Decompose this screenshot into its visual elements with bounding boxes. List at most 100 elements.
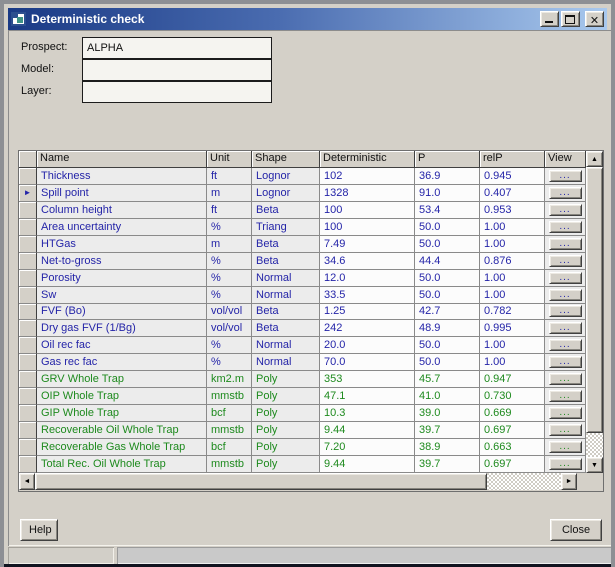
cell-p[interactable]: 50.0	[415, 337, 480, 354]
cell-relp[interactable]: 1.00	[480, 337, 545, 354]
cell-relp[interactable]: 0.697	[480, 456, 545, 473]
row-marker-cell[interactable]	[19, 456, 37, 473]
scroll-right-icon[interactable]: ►	[561, 473, 577, 490]
row-marker-cell[interactable]	[19, 354, 37, 371]
view-button[interactable]: ...	[549, 170, 582, 182]
model-input[interactable]	[82, 59, 272, 81]
layer-input[interactable]	[82, 81, 272, 103]
cell-relp[interactable]: 0.697	[480, 422, 545, 439]
view-button[interactable]: ...	[549, 204, 582, 216]
row-marker-cell[interactable]	[19, 439, 37, 456]
view-button[interactable]: ...	[549, 238, 582, 250]
cell-deterministic[interactable]: 102	[320, 168, 415, 185]
prospect-input[interactable]	[82, 37, 272, 59]
cell-relp[interactable]: 1.00	[480, 354, 545, 371]
cell-deterministic[interactable]: 1.25	[320, 304, 415, 321]
row-marker-cell[interactable]	[19, 337, 37, 354]
help-button[interactable]: Help	[20, 519, 58, 541]
cell-p[interactable]: 44.4	[415, 253, 480, 270]
cell-p[interactable]: 50.0	[415, 236, 480, 253]
row-marker-cell[interactable]	[19, 422, 37, 439]
cell-p[interactable]: 50.0	[415, 354, 480, 371]
cell-p[interactable]: 45.7	[415, 371, 480, 388]
view-button[interactable]: ...	[549, 221, 582, 233]
cell-p[interactable]: 41.0	[415, 388, 480, 405]
cell-p[interactable]: 50.0	[415, 287, 480, 304]
horizontal-scroll-thumb[interactable]	[35, 473, 487, 490]
row-marker-cell[interactable]: ►	[19, 185, 37, 202]
cell-deterministic[interactable]: 12.0	[320, 270, 415, 287]
cell-p[interactable]: 42.7	[415, 304, 480, 321]
cell-deterministic[interactable]: 47.1	[320, 388, 415, 405]
row-marker-cell[interactable]	[19, 371, 37, 388]
cell-deterministic[interactable]: 7.49	[320, 236, 415, 253]
cell-relp[interactable]: 0.782	[480, 304, 545, 321]
row-marker-cell[interactable]	[19, 253, 37, 270]
maximize-icon[interactable]	[561, 11, 580, 27]
cell-relp[interactable]: 1.00	[480, 287, 545, 304]
vertical-scrollbar[interactable]: ▲ ▼	[586, 151, 603, 473]
cell-relp[interactable]: 0.730	[480, 388, 545, 405]
view-button[interactable]: ...	[549, 407, 582, 419]
cell-deterministic[interactable]: 100	[320, 219, 415, 236]
cell-deterministic[interactable]: 9.44	[320, 456, 415, 473]
cell-p[interactable]: 39.7	[415, 456, 480, 473]
cell-deterministic[interactable]: 9.44	[320, 422, 415, 439]
cell-relp[interactable]: 0.663	[480, 439, 545, 456]
cell-relp[interactable]: 0.953	[480, 202, 545, 219]
row-marker-cell[interactable]	[19, 304, 37, 321]
cell-p[interactable]: 50.0	[415, 219, 480, 236]
view-button[interactable]: ...	[549, 339, 582, 351]
row-marker-cell[interactable]	[19, 236, 37, 253]
cell-relp[interactable]: 0.876	[480, 253, 545, 270]
cell-deterministic[interactable]: 353	[320, 371, 415, 388]
cell-p[interactable]: 39.7	[415, 422, 480, 439]
cell-relp[interactable]: 1.00	[480, 219, 545, 236]
cell-p[interactable]: 36.9	[415, 168, 480, 185]
cell-relp[interactable]: 1.00	[480, 236, 545, 253]
row-marker-cell[interactable]	[19, 202, 37, 219]
row-marker-cell[interactable]	[19, 168, 37, 185]
cell-deterministic[interactable]: 7.20	[320, 439, 415, 456]
view-button[interactable]: ...	[549, 390, 582, 402]
scroll-left-icon[interactable]: ◄	[19, 473, 35, 490]
vertical-scroll-track[interactable]	[586, 433, 603, 457]
scroll-up-icon[interactable]: ▲	[586, 151, 603, 167]
row-marker-cell[interactable]	[19, 287, 37, 304]
cell-p[interactable]: 38.9	[415, 439, 480, 456]
cell-deterministic[interactable]: 33.5	[320, 287, 415, 304]
cell-p[interactable]: 91.0	[415, 185, 480, 202]
cell-deterministic[interactable]: 100	[320, 202, 415, 219]
cell-relp[interactable]: 0.669	[480, 405, 545, 422]
view-button[interactable]: ...	[549, 187, 582, 199]
cell-deterministic[interactable]: 1328	[320, 185, 415, 202]
horizontal-scroll-track[interactable]	[487, 473, 561, 490]
view-button[interactable]: ...	[549, 424, 582, 436]
cell-relp[interactable]: 1.00	[480, 270, 545, 287]
view-button[interactable]: ...	[549, 272, 582, 284]
cell-deterministic[interactable]: 242	[320, 320, 415, 337]
view-button[interactable]: ...	[549, 255, 582, 267]
cell-relp[interactable]: 0.945	[480, 168, 545, 185]
horizontal-scrollbar[interactable]: ◄ ►	[19, 473, 577, 490]
minimize-icon[interactable]	[540, 11, 559, 27]
row-marker-cell[interactable]	[19, 388, 37, 405]
cell-relp[interactable]: 0.947	[480, 371, 545, 388]
cell-p[interactable]: 39.0	[415, 405, 480, 422]
view-button[interactable]: ...	[549, 322, 582, 334]
cell-deterministic[interactable]: 10.3	[320, 405, 415, 422]
cell-p[interactable]: 48.9	[415, 320, 480, 337]
vertical-scroll-thumb[interactable]	[586, 167, 603, 433]
cell-p[interactable]: 53.4	[415, 202, 480, 219]
view-button[interactable]: ...	[549, 356, 582, 368]
cell-p[interactable]: 50.0	[415, 270, 480, 287]
close-button[interactable]: Close	[550, 519, 602, 541]
view-button[interactable]: ...	[549, 305, 582, 317]
view-button[interactable]: ...	[549, 441, 582, 453]
cell-deterministic[interactable]: 34.6	[320, 253, 415, 270]
view-button[interactable]: ...	[549, 458, 582, 470]
title-bar[interactable]: Deterministic check ✕	[8, 8, 607, 30]
row-marker-cell[interactable]	[19, 219, 37, 236]
row-marker-cell[interactable]	[19, 405, 37, 422]
cell-deterministic[interactable]: 70.0	[320, 354, 415, 371]
